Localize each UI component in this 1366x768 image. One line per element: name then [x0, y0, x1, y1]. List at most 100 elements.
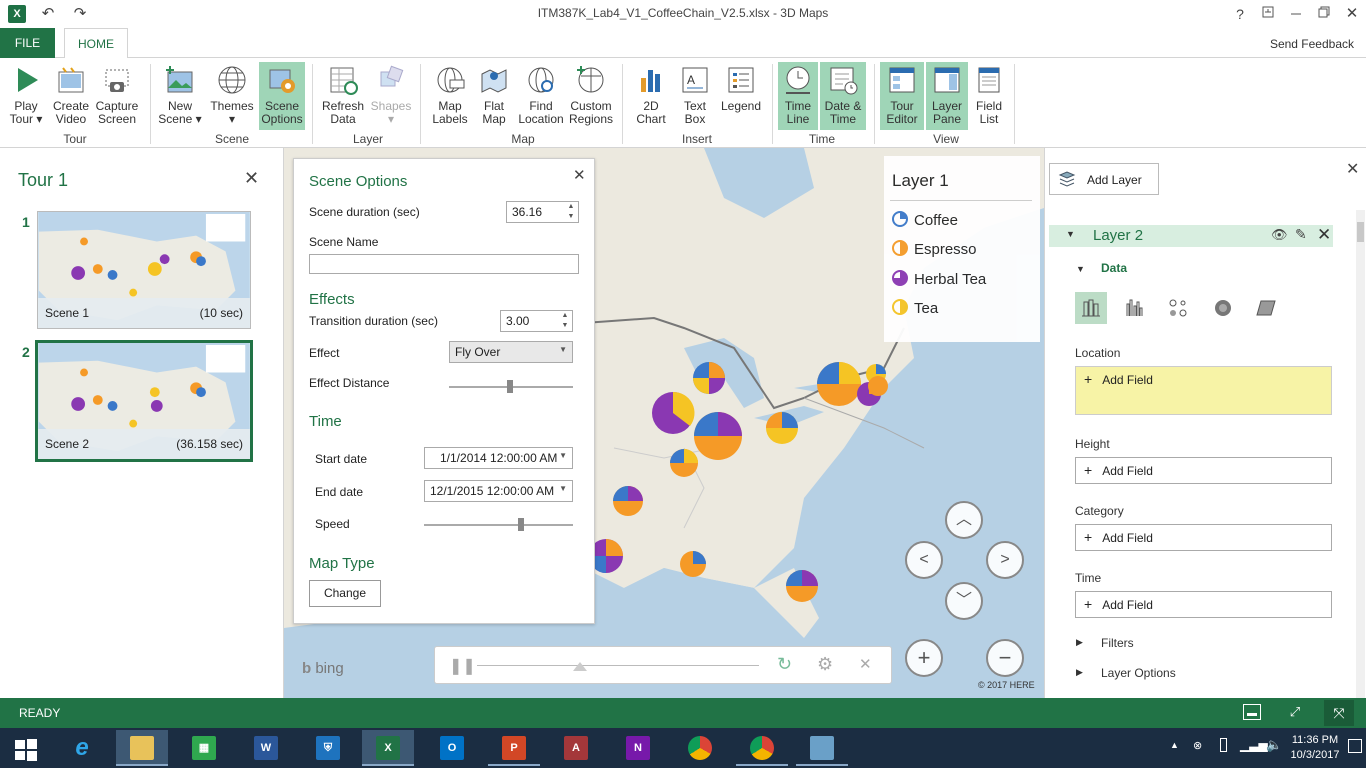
clustered-column-icon[interactable]	[1119, 292, 1151, 324]
time-line-button[interactable]: Time Line	[778, 62, 818, 130]
effect-distance-slider[interactable]	[449, 380, 573, 393]
themes-button[interactable]: Themes ▾	[208, 62, 256, 130]
eye-icon[interactable]: 👁	[1271, 227, 1288, 243]
close-icon[interactable]: ✕	[244, 168, 259, 189]
scene-duration-input[interactable]: 36.16 ▲ ▼	[506, 201, 579, 223]
battery-icon[interactable]	[1220, 738, 1227, 752]
layer-pane-button[interactable]: Layer Pane	[926, 62, 968, 130]
word-icon[interactable]: W	[240, 730, 292, 766]
scene-thumbnail-1[interactable]: Scene 1 (10 sec)	[37, 211, 251, 329]
replay-icon[interactable]: ↻	[777, 654, 792, 675]
legend-button[interactable]: Legend	[718, 62, 764, 130]
playback-track[interactable]	[477, 665, 759, 666]
find-location-button[interactable]: Find Location	[516, 62, 566, 130]
onenote-icon[interactable]: N	[612, 730, 664, 766]
expand-icon[interactable]: ▶	[1076, 667, 1083, 678]
close-icon[interactable]: ✕	[859, 655, 872, 673]
collapse-icon[interactable]: ▼	[1066, 229, 1075, 239]
add-layer-button[interactable]: Add Layer	[1049, 163, 1159, 195]
scene-thumbnail-2[interactable]: Scene 2 (36.158 sec)	[35, 340, 253, 462]
custom-regions-button[interactable]: Custom Regions	[568, 62, 614, 130]
network-error-icon[interactable]: ⊗	[1193, 739, 1202, 752]
help-icon[interactable]: ?	[1228, 4, 1252, 24]
heat-map-icon[interactable]	[1207, 292, 1239, 324]
text-box-button[interactable]: A Text Box	[676, 62, 714, 130]
bubble-icon[interactable]	[1163, 292, 1195, 324]
notifications-icon[interactable]	[1348, 739, 1362, 753]
time-add-field[interactable]: + Add Field	[1075, 591, 1332, 618]
tilt-down-button[interactable]: ﹀	[945, 582, 983, 620]
layer-header[interactable]: ▼ Layer 2 👁 ✎ ✕	[1049, 225, 1333, 247]
rotate-right-button[interactable]: >	[986, 541, 1024, 579]
category-add-field[interactable]: + Add Field	[1075, 524, 1332, 551]
excel-icon[interactable]: X	[362, 730, 414, 766]
playback-position-marker[interactable]	[573, 662, 587, 671]
end-date-picker[interactable]: 12/1/2015 12:00:00 AM ▼	[424, 480, 573, 502]
gear-icon[interactable]: ⚙	[817, 654, 833, 675]
field-list-button[interactable]: Field List	[970, 62, 1008, 130]
spinner-icon[interactable]: ▲ ▼	[558, 311, 572, 331]
map-legend[interactable]: Layer 1 Coffee Espresso Herbal Tea Tea	[884, 156, 1040, 342]
store-icon[interactable]: ▦	[178, 730, 230, 766]
collapse-icon[interactable]: ▼	[1076, 264, 1085, 274]
flat-map-button[interactable]: Flat Map	[474, 62, 514, 130]
slider-thumb[interactable]	[517, 518, 524, 531]
start-date-picker[interactable]: 1/1/2014 12:00:00 AM ▼	[424, 447, 573, 469]
close-window-icon[interactable]: ✕	[1340, 4, 1364, 24]
maximize-icon[interactable]	[1312, 4, 1336, 24]
internet-explorer-icon[interactable]: e	[56, 730, 108, 766]
zoom-in-button[interactable]: +	[905, 639, 943, 677]
view-fullscreen-icon[interactable]: ⤢	[1286, 704, 1304, 720]
2d-chart-button[interactable]: 2D Chart	[630, 62, 672, 130]
photos-icon[interactable]	[796, 730, 848, 766]
view-normal-icon[interactable]	[1243, 704, 1261, 720]
view-maximize-map-icon[interactable]: ⤧	[1324, 700, 1354, 726]
stacked-column-icon[interactable]	[1075, 292, 1107, 324]
security-shield-icon[interactable]: ⛨	[302, 730, 354, 766]
scrollbar-thumb[interactable]	[1357, 222, 1364, 242]
scene-options-button[interactable]: Scene Options	[259, 62, 305, 130]
region-icon[interactable]	[1251, 292, 1283, 324]
chrome-icon[interactable]	[736, 730, 788, 766]
change-map-type-button[interactable]: Change	[309, 580, 381, 607]
file-explorer-icon[interactable]	[116, 730, 168, 766]
send-feedback-link[interactable]: Send Feedback	[1270, 37, 1354, 51]
transition-duration-input[interactable]: 3.00 ▲ ▼	[500, 310, 573, 332]
chrome-icon[interactable]	[674, 730, 726, 766]
show-hidden-icons-icon[interactable]: ▲	[1170, 740, 1179, 750]
windows-start-icon[interactable]	[0, 730, 52, 766]
height-add-field[interactable]: + Add Field	[1075, 457, 1332, 484]
play-tour-button[interactable]: Play Tour ▾	[6, 62, 46, 130]
delete-layer-icon[interactable]: ✕	[1317, 225, 1331, 245]
clock[interactable]: 11:36 PM 10/3/2017	[1290, 733, 1340, 763]
pause-icon[interactable]: ❚❚	[449, 656, 476, 676]
zoom-out-button[interactable]: −	[986, 639, 1024, 677]
expand-icon[interactable]: ▶	[1076, 637, 1083, 648]
shapes-button[interactable]: Shapes ▾	[370, 62, 412, 130]
powerpoint-icon[interactable]: P	[488, 730, 540, 766]
restore-ribbon-icon[interactable]	[1256, 4, 1280, 24]
scrollbar[interactable]	[1356, 210, 1365, 698]
effect-dropdown[interactable]: Fly Over ▼	[449, 341, 573, 363]
close-icon[interactable]: ✕	[573, 166, 586, 184]
tab-file[interactable]: FILE	[0, 28, 55, 58]
layer-options-section[interactable]: Layer Options	[1101, 666, 1176, 680]
close-icon[interactable]: ✕	[1346, 159, 1359, 179]
tour-editor-button[interactable]: Tour Editor	[880, 62, 924, 130]
slider-thumb[interactable]	[506, 380, 513, 393]
speed-slider[interactable]	[424, 518, 573, 531]
date-time-button[interactable]: Date & Time	[820, 62, 866, 130]
volume-icon[interactable]: 🔈	[1266, 737, 1282, 753]
tab-home[interactable]: HOME	[64, 28, 128, 59]
new-scene-button[interactable]: New Scene ▾	[158, 62, 202, 130]
filters-section[interactable]: Filters	[1101, 636, 1134, 650]
minimize-icon[interactable]	[1284, 4, 1308, 24]
rotate-left-button[interactable]: <	[905, 541, 943, 579]
map-labels-button[interactable]: Map Labels	[428, 62, 472, 130]
tilt-up-button[interactable]: ︿	[945, 501, 983, 539]
location-add-field[interactable]: + Add Field	[1075, 366, 1332, 415]
outlook-icon[interactable]: O	[426, 730, 478, 766]
pencil-icon[interactable]: ✎	[1295, 226, 1307, 243]
spinner-icon[interactable]: ▲ ▼	[564, 202, 578, 222]
scene-name-input[interactable]	[309, 254, 579, 274]
